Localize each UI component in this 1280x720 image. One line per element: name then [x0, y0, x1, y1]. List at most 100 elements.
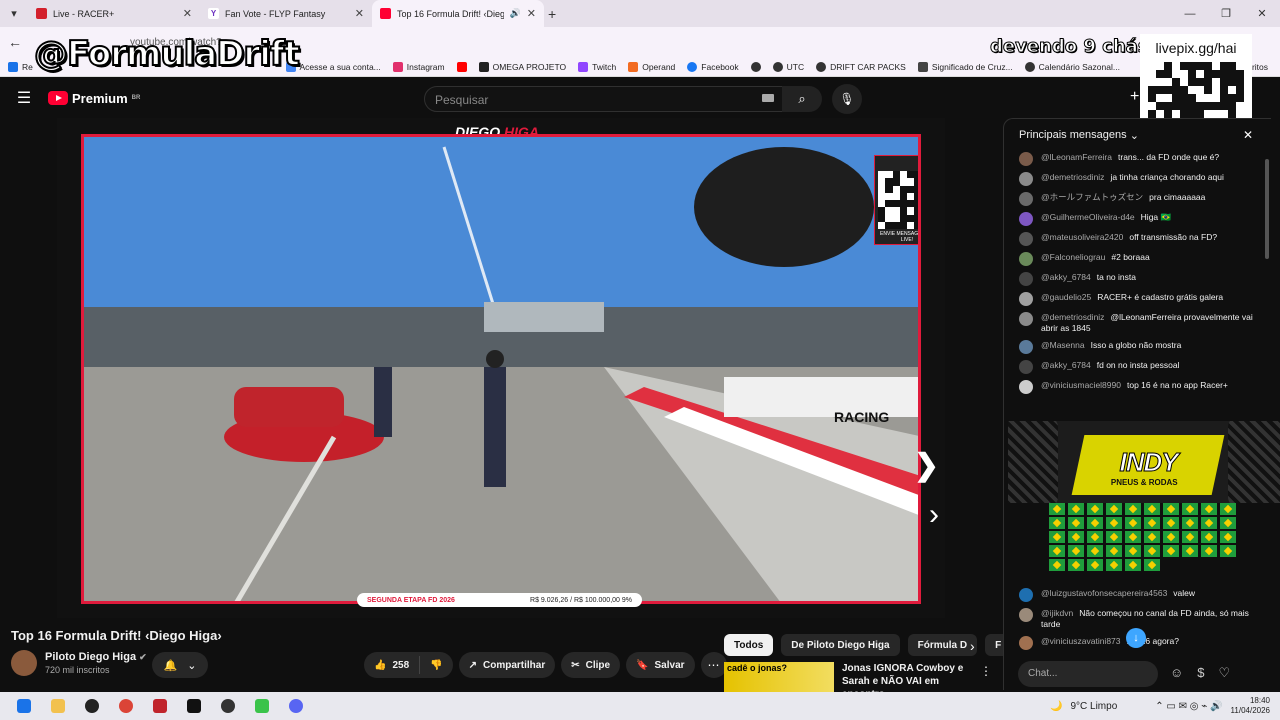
- avatar[interactable]: [1019, 360, 1033, 374]
- bookmark[interactable]: Significado de Cruz...: [917, 61, 1013, 72]
- avatar[interactable]: [1019, 192, 1033, 206]
- avatar[interactable]: [1019, 312, 1033, 326]
- tab-racer[interactable]: Live - RACER+ ✕: [28, 0, 200, 27]
- chat-author[interactable]: @akky_6784: [1041, 272, 1091, 282]
- close-window-icon[interactable]: ✕: [1244, 0, 1280, 27]
- chip-all[interactable]: Todos: [724, 634, 774, 656]
- chat-input[interactable]: Chat...: [1018, 661, 1158, 687]
- tab-youtube[interactable]: Top 16 Formula Drift! ‹Dieg 🔊 ✕: [372, 0, 544, 27]
- chat-author[interactable]: @ijikdvn: [1041, 608, 1073, 618]
- chat-mode-dropdown[interactable]: Principais mensagens ⌄: [1004, 119, 1271, 151]
- save-button[interactable]: 🔖 Salvar: [626, 652, 695, 678]
- avatar[interactable]: [1019, 212, 1033, 226]
- close-icon[interactable]: ✕: [1243, 128, 1253, 142]
- chat-author[interactable]: @Masenna: [1041, 340, 1085, 350]
- like-button[interactable]: 👍 258: [364, 656, 421, 674]
- bookmark[interactable]: ritos: [1252, 62, 1268, 72]
- chevron-right-icon[interactable]: ›: [970, 638, 975, 654]
- avatar[interactable]: [1019, 608, 1033, 622]
- video-thumbnail[interactable]: cadê o jonas?: [724, 662, 834, 692]
- chat-author[interactable]: @mateusoliveira2420: [1041, 232, 1123, 242]
- weather-text[interactable]: 9°C Limpo: [1070, 701, 1117, 712]
- close-icon[interactable]: ✕: [183, 7, 192, 20]
- avatar[interactable]: [1019, 232, 1033, 246]
- bookmark[interactable]: DRIFT CAR PACKS: [816, 61, 906, 72]
- search-button[interactable]: ⌕: [782, 86, 822, 112]
- video-player[interactable]: DIEGO HIGA RACING ENVIE MENSAGEM NA LIVE…: [57, 118, 945, 618]
- menu-icon[interactable]: ☰: [0, 88, 48, 108]
- chat-author[interactable]: @luizgustavofonsecapereira4563: [1041, 588, 1167, 598]
- minimize-icon[interactable]: —: [1172, 0, 1208, 27]
- chat-author[interactable]: @demetriosdiniz: [1041, 312, 1104, 322]
- more-actions-button[interactable]: ⋯: [700, 652, 727, 678]
- more-icon[interactable]: ⋮: [980, 664, 992, 678]
- tray-icons[interactable]: ⌃ ▭ ✉ ◎ ⌁ 🔊: [1155, 701, 1222, 712]
- bookmark[interactable]: Re: [8, 61, 33, 72]
- heart-icon[interactable]: ♡: [1219, 665, 1231, 681]
- bookmark[interactable]: Acesse a sua conta...: [285, 61, 381, 72]
- close-icon[interactable]: ✕: [527, 7, 536, 20]
- new-tab-button[interactable]: +: [548, 6, 556, 22]
- bookmark[interactable]: [456, 61, 467, 72]
- chat-author[interactable]: @gaudelio25: [1041, 292, 1091, 302]
- channel-info[interactable]: Piloto Diego Higa ✔ 720 mil inscritos: [11, 650, 147, 676]
- subscription-bell-button[interactable]: 🔔 ⌄: [152, 652, 208, 678]
- scroll-down-button[interactable]: ↓: [1126, 628, 1146, 648]
- avatar[interactable]: [1019, 636, 1033, 650]
- keyboard-icon[interactable]: [762, 94, 774, 102]
- close-icon[interactable]: ✕: [355, 7, 364, 20]
- back-arrow-icon[interactable]: ←: [0, 34, 30, 50]
- chat-author[interactable]: @viniciusmaciel8990: [1041, 380, 1121, 390]
- app-icon[interactable]: [78, 695, 106, 717]
- bookmark[interactable]: Facebook: [687, 61, 739, 72]
- avatar[interactable]: [1019, 380, 1033, 394]
- avatar[interactable]: [11, 650, 37, 676]
- chip-formula-d[interactable]: Fórmula D: [907, 634, 978, 656]
- clip-button[interactable]: ✂ Clipe: [561, 652, 621, 678]
- dislike-button[interactable]: 👎: [420, 660, 452, 671]
- share-button[interactable]: ↗ Compartilhar: [458, 652, 556, 678]
- channel-name[interactable]: Piloto Diego Higa ✔: [45, 651, 147, 663]
- avatar[interactable]: [1019, 152, 1033, 166]
- emoji-icon[interactable]: ☺: [1170, 665, 1183, 681]
- tab-flyp[interactable]: Y Fan Vote - FLYP Fantasy ✕: [200, 0, 372, 27]
- chat-author[interactable]: @lLeonamFerreira: [1041, 152, 1112, 162]
- app-icon[interactable]: [180, 695, 208, 717]
- file-explorer-icon[interactable]: [44, 695, 72, 717]
- avatar[interactable]: [1019, 172, 1033, 186]
- chip-channel[interactable]: De Piloto Diego Higa: [781, 634, 900, 656]
- youtube-logo[interactable]: Premium BR: [48, 91, 140, 106]
- avatar[interactable]: [1019, 588, 1033, 602]
- bookmark[interactable]: UTC: [772, 61, 804, 72]
- search-input[interactable]: Pesquisar: [424, 86, 784, 112]
- chat-author[interactable]: @Falconeliograu: [1041, 252, 1105, 262]
- chat-author[interactable]: @GuilhermeOliveira-d4e: [1041, 212, 1135, 222]
- avatar[interactable]: [1019, 292, 1033, 306]
- bookmark[interactable]: Operand: [628, 61, 675, 72]
- restore-icon[interactable]: ❐: [1208, 0, 1244, 27]
- super-chat-icon[interactable]: $: [1197, 665, 1204, 681]
- clock[interactable]: 18:40 11/04/2026: [1231, 696, 1270, 716]
- bookmark[interactable]: [750, 61, 761, 72]
- chat-author[interactable]: @akky_6784: [1041, 360, 1091, 370]
- speaker-icon[interactable]: 🔊: [510, 8, 521, 19]
- app-icon[interactable]: [214, 695, 242, 717]
- avatar[interactable]: [1019, 272, 1033, 286]
- create-icon[interactable]: +: [1130, 88, 1139, 106]
- bookmark[interactable]: OMEGA PROJETO: [478, 61, 566, 72]
- avatar[interactable]: [1019, 340, 1033, 354]
- app-icon[interactable]: [146, 695, 174, 717]
- chrome-icon[interactable]: [112, 695, 140, 717]
- tab-search-button[interactable]: ▾: [0, 0, 28, 27]
- app-icon[interactable]: [248, 695, 276, 717]
- app-icon[interactable]: [282, 695, 310, 717]
- windows-start-icon[interactable]: [10, 695, 38, 717]
- bookmark[interactable]: Instagram: [392, 61, 445, 72]
- chat-author[interactable]: @ホールファムトゥズセン: [1041, 192, 1143, 202]
- avatar[interactable]: [1019, 252, 1033, 266]
- bookmark[interactable]: Calendário Sazonal...: [1024, 61, 1120, 72]
- mic-button[interactable]: 🎙: [832, 84, 862, 114]
- chat-author[interactable]: @demetriosdiniz: [1041, 172, 1104, 182]
- bookmark[interactable]: Twitch: [578, 61, 616, 72]
- chat-author[interactable]: @viniciuszavatini873: [1041, 636, 1121, 646]
